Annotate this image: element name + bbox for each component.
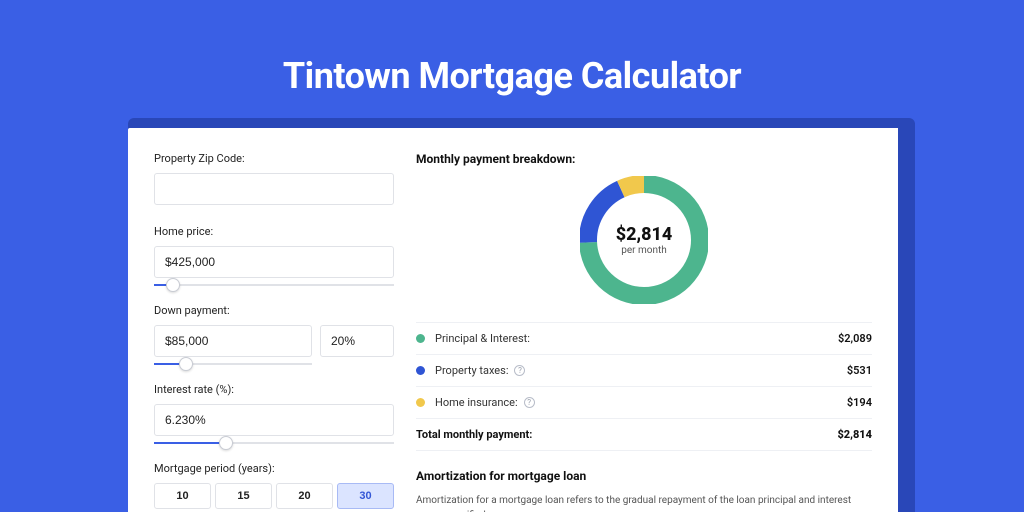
rate-slider-fill: [154, 442, 226, 444]
inputs-panel: Property Zip Code: Home price: Down paym…: [154, 152, 394, 488]
zip-label: Property Zip Code:: [154, 152, 394, 165]
legend-dot: [416, 366, 425, 375]
amortization-section: Amortization for mortgage loan Amortizat…: [416, 469, 872, 512]
legend-row: Home insurance:?$194: [416, 387, 872, 419]
down-slider[interactable]: [154, 363, 312, 365]
period-option-10[interactable]: 10: [154, 483, 211, 509]
period-option-20[interactable]: 20: [276, 483, 333, 509]
period-label: Mortgage period (years):: [154, 462, 394, 475]
legend-value: $531: [847, 364, 872, 377]
legend-label: Home insurance:?: [435, 396, 847, 409]
price-slider[interactable]: [154, 284, 394, 286]
legend: Principal & Interest:$2,089Property taxe…: [416, 322, 872, 451]
breakdown-panel: Monthly payment breakdown: $2,814 per mo…: [416, 152, 872, 488]
info-icon[interactable]: ?: [524, 397, 535, 408]
period-options: 10152030: [154, 483, 394, 509]
page-title: Tintown Mortgage Calculator: [0, 0, 1024, 97]
period-option-30[interactable]: 30: [337, 483, 394, 509]
period-field: Mortgage period (years): 10152030: [154, 462, 394, 509]
price-field: Home price:: [154, 225, 394, 278]
price-slider-handle[interactable]: [166, 278, 180, 292]
zip-input[interactable]: [154, 173, 394, 205]
legend-label: Principal & Interest:: [435, 332, 838, 345]
legend-row: Principal & Interest:$2,089: [416, 323, 872, 355]
legend-dot: [416, 334, 425, 343]
legend-value: $194: [847, 396, 872, 409]
down-pct-input[interactable]: [320, 325, 394, 357]
info-icon[interactable]: ?: [514, 365, 525, 376]
amortization-title: Amortization for mortgage loan: [416, 469, 872, 483]
amortization-body: Amortization for a mortgage loan refers …: [416, 493, 872, 512]
legend-total-value: $2,814: [837, 428, 872, 441]
legend-value: $2,089: [838, 332, 872, 345]
zip-field: Property Zip Code:: [154, 152, 394, 205]
rate-slider[interactable]: [154, 442, 394, 444]
donut-wrap: $2,814 per month: [416, 176, 872, 304]
legend-total-label: Total monthly payment:: [416, 428, 837, 441]
donut-caption: per month: [621, 245, 667, 256]
price-label: Home price:: [154, 225, 394, 238]
donut-center: $2,814 per month: [580, 176, 708, 304]
rate-input[interactable]: [154, 404, 394, 436]
down-input[interactable]: [154, 325, 312, 357]
legend-row: Property taxes:?$531: [416, 355, 872, 387]
rate-field: Interest rate (%):: [154, 383, 394, 436]
down-slider-handle[interactable]: [179, 357, 193, 371]
down-label: Down payment:: [154, 304, 394, 317]
donut-chart: $2,814 per month: [580, 176, 708, 304]
legend-total-row: Total monthly payment:$2,814: [416, 419, 872, 451]
period-option-15[interactable]: 15: [215, 483, 272, 509]
price-input[interactable]: [154, 246, 394, 278]
breakdown-title: Monthly payment breakdown:: [416, 152, 872, 166]
rate-label: Interest rate (%):: [154, 383, 394, 396]
down-field: Down payment:: [154, 304, 394, 357]
rate-slider-handle[interactable]: [219, 436, 233, 450]
donut-value: $2,814: [616, 224, 673, 245]
legend-dot: [416, 398, 425, 407]
legend-label: Property taxes:?: [435, 364, 847, 377]
calculator-card: Property Zip Code: Home price: Down paym…: [128, 128, 898, 512]
